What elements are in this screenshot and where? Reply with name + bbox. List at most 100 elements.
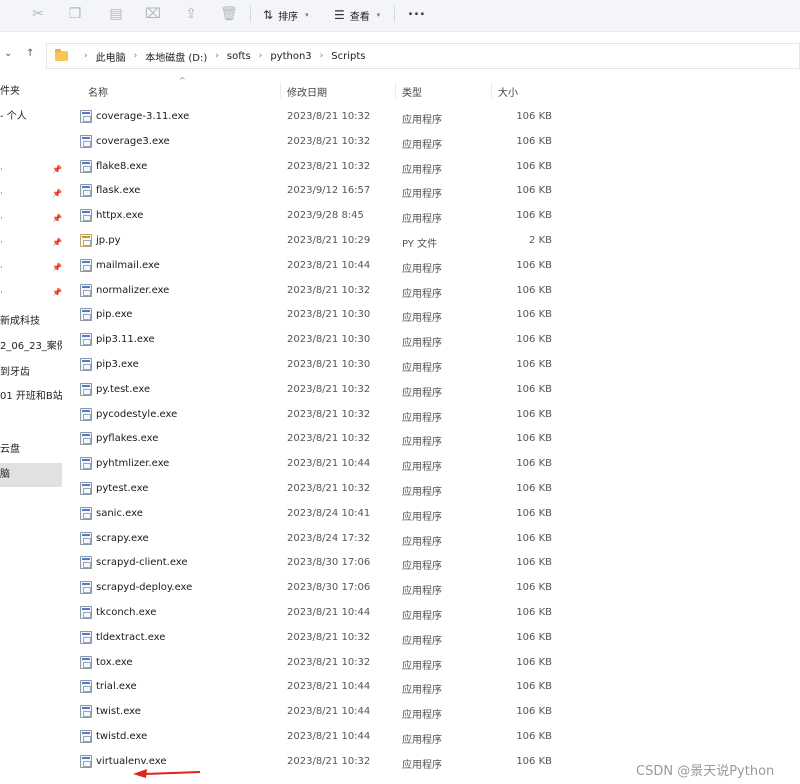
more-options-button[interactable]: ... bbox=[408, 4, 426, 19]
file-name: twistd.exe bbox=[96, 731, 148, 742]
breadcrumb-item[interactable]: python3 bbox=[270, 51, 311, 62]
file-row[interactable]: flask.exe 2023/9/12 16:57 应用程序 106 KB bbox=[78, 179, 552, 203]
file-size: 106 KB bbox=[516, 284, 552, 296]
sidebar-item[interactable]: 01 开班和B站 bbox=[0, 385, 62, 409]
exe-file-icon bbox=[80, 705, 92, 719]
column-divider[interactable] bbox=[491, 82, 492, 98]
file-name: flask.exe bbox=[96, 185, 141, 197]
file-row[interactable]: py.test.exe 2023/8/21 10:32 应用程序 106 KB bbox=[78, 378, 552, 402]
breadcrumb-item[interactable]: softs bbox=[227, 51, 251, 62]
sidebar-item[interactable]: 新成科技 bbox=[0, 310, 62, 334]
file-row[interactable]: flake8.exe 2023/8/21 10:32 应用程序 106 KB bbox=[78, 155, 552, 179]
file-row[interactable]: tkconch.exe 2023/8/21 10:44 应用程序 106 KB bbox=[78, 601, 552, 625]
file-row[interactable]: sanic.exe 2023/8/24 10:41 应用程序 106 KB bbox=[78, 502, 552, 526]
file-size: 106 KB bbox=[516, 483, 552, 494]
file-name: pycodestyle.exe bbox=[96, 408, 178, 420]
chevron-right-icon[interactable]: › bbox=[320, 51, 324, 61]
file-size: 106 KB bbox=[516, 631, 552, 643]
sidebar-item[interactable]: 2_06_23_案例 bbox=[0, 335, 62, 359]
address-bar[interactable]: › 此电脑 › 本地磁盘 (D:) › softs › python3 › Scripts bbox=[46, 43, 800, 69]
up-arrow-icon[interactable]: ↑ bbox=[26, 48, 34, 59]
share-icon[interactable]: ⇪ bbox=[182, 5, 200, 23]
chevron-down-icon[interactable]: ⌄ bbox=[4, 48, 12, 59]
rename-icon[interactable]: ⌧ bbox=[144, 5, 162, 23]
file-row[interactable]: pycodestyle.exe 2023/8/21 10:32 应用程序 106 KB bbox=[78, 403, 552, 427]
column-header-size[interactable]: 大小 bbox=[498, 84, 518, 99]
file-date: 2023/8/21 10:32 bbox=[287, 135, 371, 147]
file-size: 106 KB bbox=[516, 557, 552, 569]
sidebar-item[interactable]: 云盘 bbox=[0, 438, 62, 462]
sidebar-item[interactable]: 脑 bbox=[0, 463, 62, 487]
file-row[interactable]: tox.exe 2023/8/21 10:32 应用程序 106 KB bbox=[78, 651, 552, 675]
breadcrumb-item[interactable]: 本地磁盘 (D:) bbox=[145, 49, 207, 64]
file-row[interactable]: trial.exe 2023/8/21 10:44 应用程序 106 KB bbox=[78, 675, 552, 699]
chevron-right-icon[interactable]: › bbox=[259, 51, 263, 61]
file-row[interactable]: httpx.exe 2023/9/28 8:45 应用程序 106 KB bbox=[78, 204, 552, 228]
exe-file-icon bbox=[80, 581, 92, 595]
chevron-right-icon[interactable]: › bbox=[134, 51, 138, 61]
file-name: httpx.exe bbox=[96, 210, 144, 222]
column-header-name[interactable]: 名称 bbox=[88, 84, 108, 99]
column-divider[interactable] bbox=[395, 82, 396, 98]
file-row[interactable]: pyhtmlizer.exe 2023/8/21 10:44 应用程序 106 KB bbox=[78, 452, 552, 476]
sidebar-item-label: 脑 bbox=[0, 469, 10, 480]
column-divider[interactable] bbox=[280, 82, 281, 98]
file-date: 2023/8/21 10:32 bbox=[287, 433, 371, 445]
sidebar-item[interactable]: · 📌 bbox=[0, 182, 62, 206]
file-row[interactable]: jp.py 2023/8/21 10:29 PY 文件 2 KB bbox=[78, 229, 552, 253]
file-name: pyhtmlizer.exe bbox=[96, 458, 170, 470]
file-type: 应用程序 bbox=[402, 611, 442, 622]
file-date: 2023/8/21 10:44 bbox=[287, 458, 371, 470]
file-row[interactable]: scrapyd-client.exe 2023/8/30 17:06 应用程序 106… bbox=[78, 551, 552, 575]
file-row[interactable]: coverage-3.11.exe 2023/8/21 10:32 应用程序 106 … bbox=[78, 105, 552, 129]
file-name: tldextract.exe bbox=[96, 631, 166, 643]
breadcrumb-item[interactable]: 此电脑 bbox=[96, 49, 126, 64]
sidebar-item[interactable]: · 📌 bbox=[0, 158, 62, 182]
delete-icon[interactable]: 🗑 bbox=[220, 5, 238, 23]
file-type: 应用程序 bbox=[402, 437, 442, 449]
file-row[interactable]: scrapyd-deploy.exe 2023/8/30 17:06 应用程序 106… bbox=[78, 576, 552, 600]
file-date: 2023/8/21 10:32 bbox=[287, 755, 371, 767]
chevron-right-icon[interactable]: › bbox=[84, 51, 88, 61]
file-size: 106 KB bbox=[516, 185, 552, 197]
breadcrumb-item[interactable]: Scripts bbox=[331, 51, 365, 62]
sidebar-item[interactable]: · 📌 bbox=[0, 281, 62, 305]
file-type: 应用程序 bbox=[402, 313, 442, 325]
sidebar-item[interactable]: · 📌 bbox=[0, 231, 62, 255]
file-row[interactable]: pytest.exe 2023/8/21 10:32 应用程序 106 KB bbox=[78, 477, 552, 501]
view-button[interactable]: ☰ 查看 ▾ bbox=[334, 4, 380, 26]
exe-file-icon bbox=[80, 754, 92, 768]
exe-file-icon bbox=[80, 730, 92, 743]
sidebar-item[interactable]: 件夹 bbox=[0, 80, 62, 104]
copy-icon[interactable]: ❐ bbox=[66, 5, 84, 23]
file-row[interactable]: scrapy.exe 2023/8/24 17:32 应用程序 106 KB bbox=[78, 527, 552, 551]
column-header-type[interactable]: 类型 bbox=[402, 84, 422, 99]
sidebar-item[interactable]: - 个人 bbox=[0, 105, 62, 129]
file-row[interactable]: normalizer.exe 2023/8/21 10:32 应用程序 106 KB bbox=[78, 279, 552, 303]
chevron-right-icon[interactable]: › bbox=[215, 51, 219, 61]
folder-icon: · bbox=[0, 165, 3, 175]
file-date: 2023/9/12 16:57 bbox=[287, 185, 371, 197]
exe-file-icon bbox=[80, 482, 92, 495]
file-row[interactable]: twist.exe 2023/8/21 10:44 应用程序 106 KB bbox=[78, 700, 552, 724]
column-header-date[interactable]: 修改日期 bbox=[287, 84, 327, 99]
file-row[interactable]: tldextract.exe 2023/8/21 10:32 应用程序 106 KB bbox=[78, 626, 552, 650]
sidebar-item[interactable]: · 📌 bbox=[0, 256, 62, 280]
file-row[interactable]: twistd.exe 2023/8/21 10:44 应用程序 106 KB bbox=[78, 725, 552, 749]
file-size: 106 KB bbox=[516, 532, 552, 544]
file-row[interactable]: pyflakes.exe 2023/8/21 10:32 应用程序 106 KB bbox=[78, 427, 552, 451]
sort-button[interactable]: ⇅ 排序 ▾ bbox=[263, 4, 309, 26]
file-row[interactable]: coverage3.exe 2023/8/21 10:32 应用程序 106 KB bbox=[78, 130, 552, 154]
paste-icon[interactable]: ▤ bbox=[107, 5, 125, 23]
sidebar-item[interactable]: 到牙齿 bbox=[0, 361, 62, 385]
file-date: 2023/8/21 10:30 bbox=[287, 334, 371, 346]
file-row[interactable]: pip3.11.exe 2023/8/21 10:30 应用程序 106 KB bbox=[78, 328, 552, 352]
file-name: pytest.exe bbox=[96, 483, 149, 494]
file-row[interactable]: mailmail.exe 2023/8/21 10:44 应用程序 106 KB bbox=[78, 254, 552, 278]
file-name: py.test.exe bbox=[96, 383, 151, 395]
file-row[interactable]: pip3.exe 2023/8/21 10:30 应用程序 106 KB bbox=[78, 353, 552, 377]
sidebar-item[interactable]: · 📌 bbox=[0, 207, 62, 231]
cut-icon[interactable]: ✂ bbox=[29, 5, 47, 23]
file-row[interactable]: pip.exe 2023/8/21 10:30 应用程序 106 KB bbox=[78, 303, 552, 327]
exe-file-icon bbox=[80, 407, 92, 421]
